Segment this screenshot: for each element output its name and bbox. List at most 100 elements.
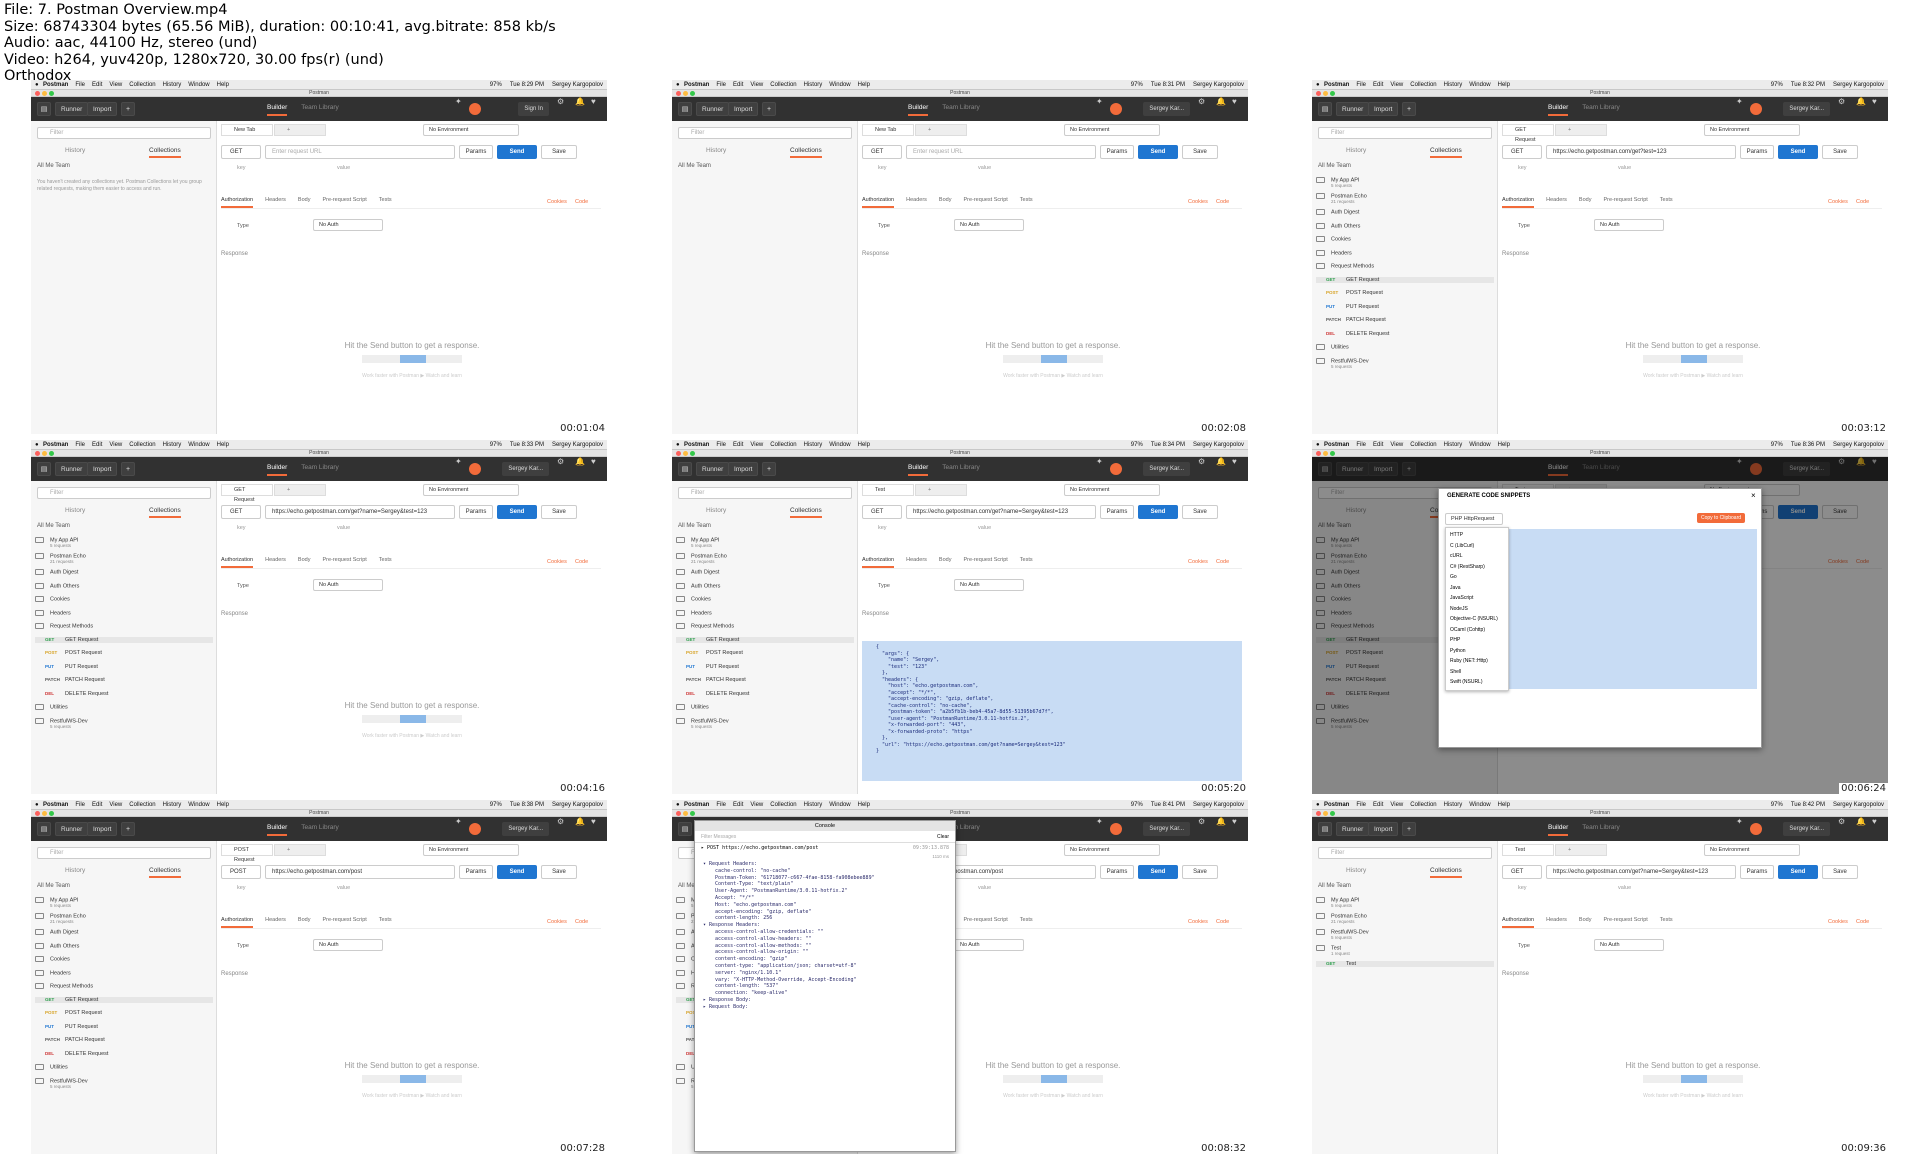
new-window-icon[interactable]: + — [762, 102, 776, 116]
minimize-button[interactable] — [1323, 811, 1328, 816]
zoom-button[interactable] — [49, 451, 54, 456]
filter-input[interactable]: Filter — [1318, 847, 1492, 859]
collection-filter[interactable]: All Me Team — [678, 163, 711, 169]
subtab[interactable]: Pre-request Script — [322, 557, 366, 568]
collections-tab[interactable]: Collections — [1430, 147, 1462, 158]
subtab[interactable]: Headers — [265, 557, 286, 568]
menu-item[interactable]: Help — [858, 440, 870, 449]
team-library-tab[interactable]: Team Library — [1582, 104, 1620, 111]
minimize-button[interactable] — [683, 811, 688, 816]
menu-item[interactable]: File — [716, 440, 726, 449]
subtab[interactable]: Headers — [265, 917, 286, 928]
subtab[interactable]: Tests — [379, 557, 392, 568]
cookies-link[interactable]: Cookies — [1188, 559, 1208, 565]
params-button[interactable]: Params — [1100, 865, 1134, 879]
new-window-icon[interactable]: + — [121, 462, 135, 476]
send-button[interactable]: Send — [497, 145, 537, 159]
zoom-button[interactable] — [49, 91, 54, 96]
url-input[interactable]: https://echo.getpostman.com/get?test=123 — [1546, 145, 1736, 159]
menu-item[interactable]: Collection — [1410, 440, 1436, 449]
sidebar-item[interactable]: GET GET Request — [35, 636, 213, 643]
params-button[interactable]: Params — [459, 505, 493, 519]
subtab[interactable]: Headers — [1546, 917, 1567, 928]
apple-icon[interactable]: ● — [676, 440, 684, 449]
zoom-button[interactable] — [1330, 91, 1335, 96]
environment-select[interactable]: No Environment — [423, 844, 519, 856]
import-button[interactable]: Import — [87, 822, 118, 836]
request-tab[interactable]: New Tab — [221, 124, 273, 136]
language-option[interactable]: cURL — [1450, 551, 1504, 562]
add-tab-button[interactable]: + — [915, 484, 967, 496]
heart-icon[interactable]: ♥ — [1232, 817, 1237, 826]
sidebar-toggle-icon[interactable]: ▤ — [678, 462, 692, 476]
cookies-link[interactable]: Cookies — [547, 919, 567, 925]
sidebar-item[interactable]: POST POST Request — [35, 650, 213, 656]
zoom-button[interactable] — [690, 451, 695, 456]
apple-icon[interactable]: ● — [35, 80, 43, 89]
notification-icon[interactable]: 🔔 — [575, 817, 585, 826]
menu-item[interactable]: Help — [217, 440, 229, 449]
satellite-icon[interactable]: ✦ — [455, 817, 462, 826]
work-faster-link[interactable]: Work faster with Postman ▶ Watch and lea… — [858, 373, 1248, 379]
environment-select[interactable]: No Environment — [1704, 844, 1800, 856]
minimize-button[interactable] — [42, 811, 47, 816]
send-button[interactable]: Send — [1138, 865, 1178, 879]
sync-status-icon[interactable] — [1110, 103, 1122, 115]
notification-icon[interactable]: 🔔 — [1216, 97, 1226, 106]
menu-item[interactable]: View — [109, 440, 122, 449]
new-window-icon[interactable]: + — [1402, 102, 1416, 116]
menu-item[interactable]: History — [163, 800, 182, 809]
subtab[interactable]: Body — [1579, 197, 1592, 208]
collection-filter[interactable]: All Me Team — [1318, 163, 1351, 169]
apple-icon[interactable]: ● — [676, 800, 684, 809]
menu-item[interactable]: History — [1444, 440, 1463, 449]
filter-input[interactable]: Filter — [37, 847, 211, 859]
auth-type-select[interactable]: No Auth — [1594, 219, 1664, 231]
clear-button[interactable]: Clear — [937, 831, 949, 842]
minimize-button[interactable] — [683, 451, 688, 456]
collections-tab[interactable]: Collections — [149, 147, 181, 158]
menu-item[interactable]: File — [75, 80, 85, 89]
sidebar-item[interactable]: Postman Echo21 requests — [35, 553, 213, 564]
params-button[interactable]: Params — [459, 865, 493, 879]
sidebar-item[interactable]: DEL DELETE Request — [1316, 331, 1494, 337]
user-menu[interactable]: Sergey Kar... — [1143, 102, 1190, 116]
add-tab-button[interactable]: + — [274, 844, 326, 856]
close-button[interactable] — [1316, 811, 1321, 816]
url-input[interactable]: Enter request URL — [265, 145, 455, 159]
close-button[interactable] — [35, 451, 40, 456]
add-tab-button[interactable]: + — [274, 484, 326, 496]
sidebar-item[interactable]: POST POST Request — [35, 1010, 213, 1016]
sidebar-item[interactable]: Postman Echo21 requests — [1316, 913, 1494, 924]
import-button[interactable]: Import — [728, 462, 759, 476]
history-tab[interactable]: History — [706, 507, 726, 514]
sidebar-item[interactable]: Headers — [35, 969, 213, 976]
environment-select[interactable]: No Environment — [1704, 124, 1800, 136]
menu-item[interactable]: Help — [858, 80, 870, 89]
auth-type-select[interactable]: No Auth — [313, 219, 383, 231]
param-key[interactable]: key — [237, 885, 246, 891]
user-menu[interactable]: Sergey Kar... — [1783, 102, 1830, 116]
sidebar-item[interactable]: Auth Digest — [676, 569, 854, 575]
sidebar-item[interactable]: Utilities — [676, 704, 854, 710]
notification-icon[interactable]: 🔔 — [575, 97, 585, 106]
apple-icon[interactable]: ● — [35, 800, 43, 809]
runner-button[interactable]: Runner — [55, 102, 89, 116]
sign-in-button[interactable]: Sign In — [518, 102, 549, 116]
subtab[interactable]: Authorization — [221, 197, 254, 208]
sidebar-item[interactable]: Request Methods — [35, 983, 213, 989]
work-faster-link[interactable]: Work faster with Postman ▶ Watch and lea… — [217, 1093, 607, 1099]
language-option[interactable]: Shell — [1450, 667, 1504, 678]
auth-type-select[interactable]: No Auth — [954, 939, 1024, 951]
url-input[interactable]: https://echo.getpostman.com/get?name=Ser… — [906, 505, 1096, 519]
notification-icon[interactable]: 🔔 — [575, 457, 585, 466]
subtab[interactable]: Authorization — [862, 557, 895, 568]
copy-to-clipboard-button[interactable]: Copy to Clipboard — [1697, 513, 1746, 523]
sidebar-item[interactable]: POST POST Request — [1316, 290, 1494, 296]
app-menu[interactable]: Postman — [1324, 80, 1349, 89]
environment-select[interactable]: No Environment — [423, 124, 519, 136]
request-tab[interactable]: New Tab — [862, 124, 914, 136]
sidebar-item[interactable]: Postman Echo21 requests — [676, 553, 854, 564]
menu-item[interactable]: History — [163, 80, 182, 89]
method-select[interactable]: GET — [862, 145, 902, 159]
